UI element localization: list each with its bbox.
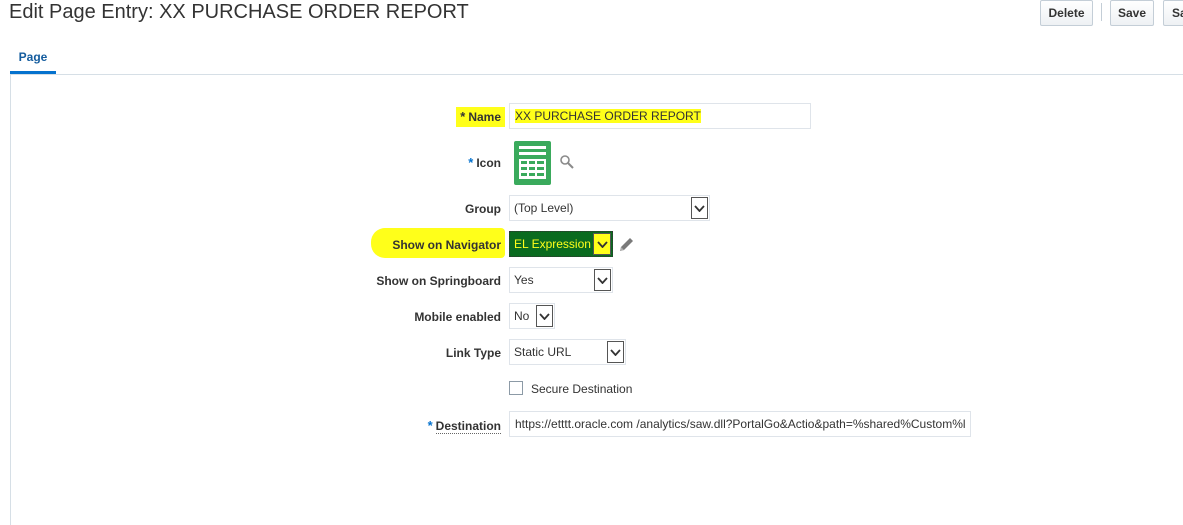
secure-destination-checkbox[interactable] <box>509 381 523 395</box>
show-on-navigator-label: Show on Navigator <box>371 228 505 258</box>
toolbar-separator <box>1101 3 1102 21</box>
name-field[interactable]: XX PURCHASE ORDER REPORT <box>509 103 811 129</box>
mobile-enabled-select[interactable]: No <box>509 303 555 329</box>
show-on-springboard-select[interactable]: Yes <box>509 267 613 293</box>
chevron-down-icon <box>536 305 553 327</box>
edit-pencil-icon[interactable] <box>617 236 635 254</box>
chevron-down-icon <box>691 197 708 219</box>
required-marker: * <box>460 109 466 124</box>
group-value: (Top Level) <box>514 201 574 215</box>
link-type-label: Link Type <box>445 346 501 360</box>
mobile-enabled-label: Mobile enabled <box>414 310 501 324</box>
page-title: Edit Page Entry: XX PURCHASE ORDER REPOR… <box>9 1 469 23</box>
show-on-springboard-value: Yes <box>514 273 534 287</box>
save-button[interactable]: Save <box>1110 0 1154 26</box>
link-type-select[interactable]: Static URL <box>509 339 626 365</box>
chevron-down-icon <box>607 341 624 363</box>
content-border <box>10 75 11 525</box>
search-icon[interactable] <box>559 154 575 170</box>
tab-divider <box>10 74 1183 75</box>
name-label: * Name <box>456 107 505 127</box>
show-on-navigator-value: EL Expression <box>514 237 591 251</box>
save-and-close-button[interactable]: Sa <box>1163 0 1183 26</box>
delete-button[interactable]: Delete <box>1040 0 1093 26</box>
chevron-down-icon <box>594 269 611 291</box>
group-select[interactable]: (Top Level) <box>509 195 710 221</box>
show-on-navigator-select[interactable]: EL Expression <box>509 231 613 257</box>
link-type-value: Static URL <box>514 345 572 359</box>
show-on-springboard-label: Show on Springboard <box>376 274 501 288</box>
icon-label: * Icon <box>468 155 501 170</box>
spreadsheet-icon <box>514 141 551 185</box>
name-value: XX PURCHASE ORDER REPORT <box>515 109 701 123</box>
secure-destination-label: Secure Destination <box>531 382 633 396</box>
destination-label: * Destination <box>427 418 501 434</box>
tab-page[interactable]: Page <box>10 48 56 74</box>
group-label: Group <box>465 202 501 216</box>
required-marker: * <box>427 418 433 433</box>
required-marker: * <box>468 155 474 170</box>
mobile-enabled-value: No <box>514 309 530 323</box>
chevron-down-icon <box>593 233 611 255</box>
destination-field[interactable]: https://etttt.oracle.com /analytics/saw.… <box>509 411 971 437</box>
